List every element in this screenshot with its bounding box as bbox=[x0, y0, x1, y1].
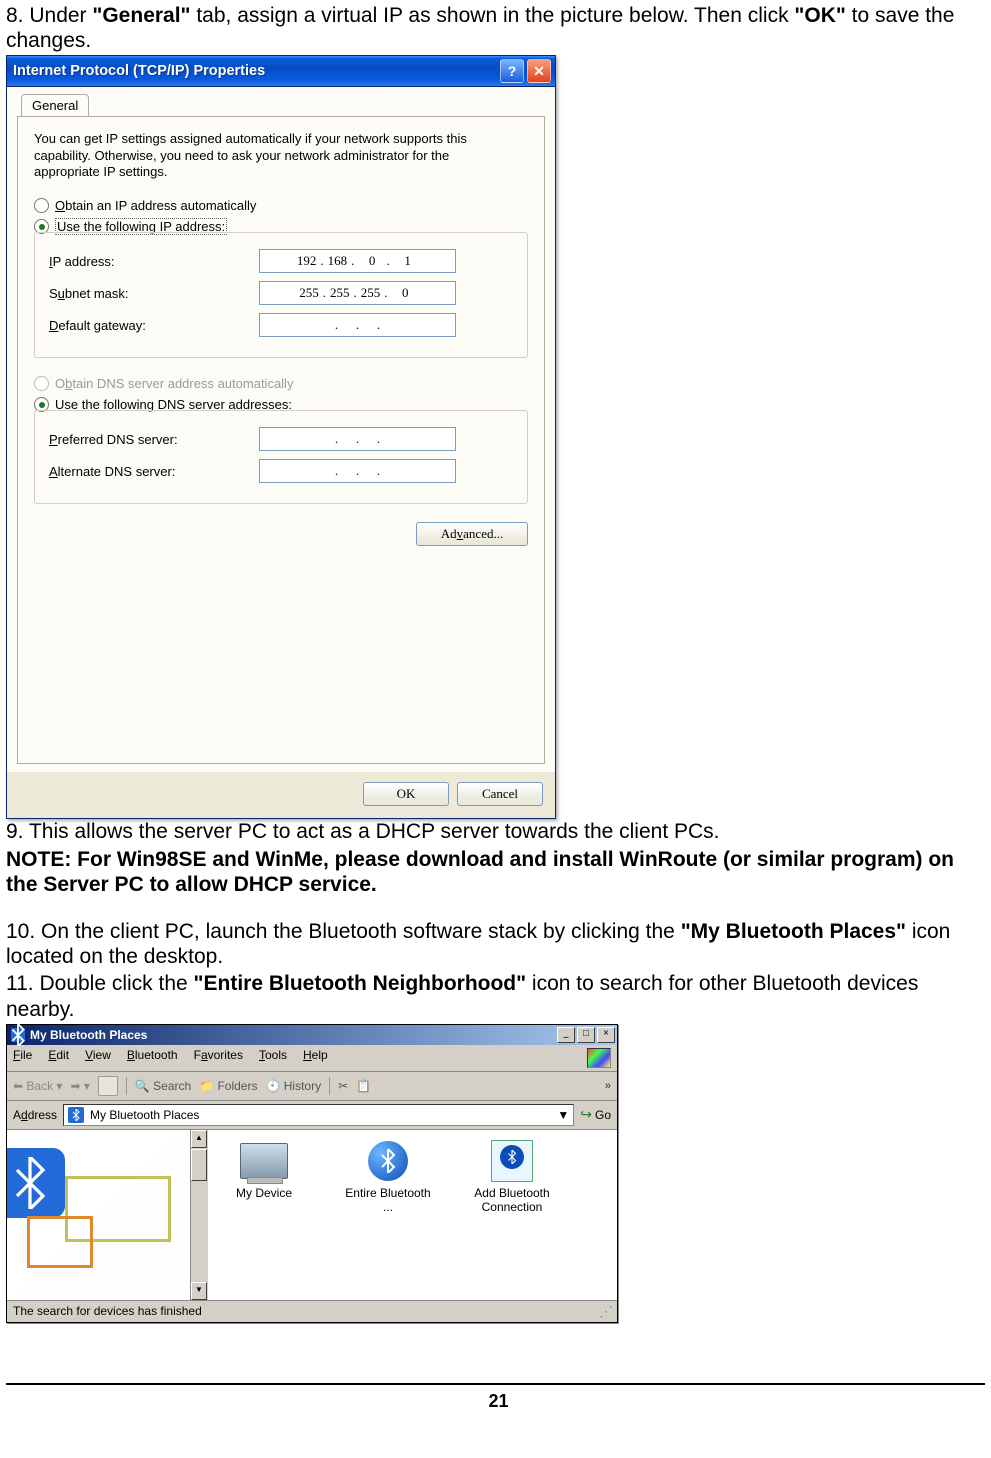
bt-address-bar: Address My Bluetooth Places ▼ ↪Go bbox=[7, 1101, 617, 1130]
step11-prefix: 11. Double click the bbox=[6, 972, 194, 995]
bt-toolbar: ⬅ Back ▾ ➡ ▾ 🔍 Search 📁 Folders 🕙 Histor… bbox=[7, 1072, 617, 1101]
step8-mid: tab, assign a virtual IP as shown in the… bbox=[191, 4, 795, 27]
back-button: ⬅ Back ▾ bbox=[13, 1079, 62, 1093]
up-folder-icon[interactable] bbox=[98, 1076, 118, 1096]
cut-icon[interactable]: ✂ bbox=[338, 1079, 348, 1093]
label-default-gateway: Default gateway: bbox=[49, 318, 259, 333]
label-alternate-dns: Alternate DNS server: bbox=[49, 464, 259, 479]
close-button[interactable]: × bbox=[597, 1027, 615, 1043]
tab-general[interactable]: General bbox=[21, 94, 89, 117]
bluetooth-icon bbox=[68, 1107, 84, 1123]
item-label: My Device bbox=[216, 1186, 312, 1200]
dialog-title: Internet Protocol (TCP/IP) Properties bbox=[13, 63, 497, 79]
step-9: 9. This allows the server PC to act as a… bbox=[6, 819, 991, 844]
menu-file[interactable]: File bbox=[13, 1048, 32, 1068]
menu-view[interactable]: View bbox=[85, 1048, 111, 1068]
step-10: 10. On the client PC, launch the Bluetoo… bbox=[6, 919, 991, 969]
bt-title: My Bluetooth Places bbox=[30, 1028, 555, 1042]
bt-content: ▲ ▼ My Device Entire Bluetooth ... bbox=[7, 1130, 617, 1300]
radio-obtain-ip[interactable] bbox=[34, 198, 49, 213]
note-text: NOTE: For Win98SE and WinMe, please down… bbox=[6, 848, 954, 896]
resize-grip-icon[interactable]: ⋰ bbox=[599, 1303, 611, 1320]
item-label: Add Bluetooth Connection bbox=[464, 1186, 560, 1214]
cancel-button[interactable]: Cancel bbox=[457, 782, 543, 806]
step10-bold: "My Bluetooth Places" bbox=[681, 920, 906, 943]
radio-obtain-dns bbox=[34, 376, 49, 391]
menu-edit[interactable]: Edit bbox=[48, 1048, 69, 1068]
go-button[interactable]: ↪Go bbox=[580, 1106, 611, 1123]
address-value: My Bluetooth Places bbox=[90, 1108, 199, 1122]
input-alternate-dns[interactable]: . . . bbox=[259, 459, 456, 483]
bt-menubar: File Edit View Bluetooth Favorites Tools… bbox=[7, 1045, 617, 1072]
dropdown-icon[interactable]: ▼ bbox=[557, 1108, 569, 1122]
folders-button[interactable]: 📁 Folders bbox=[199, 1079, 257, 1093]
radio-obtain-ip-label: Obtain an IP address automatically bbox=[55, 198, 256, 213]
minimize-button[interactable]: _ bbox=[557, 1027, 575, 1043]
label-preferred-dns: Preferred DNS server: bbox=[49, 432, 259, 447]
step8-general: "General" bbox=[92, 4, 190, 27]
step11-bold: "Entire Bluetooth Neighborhood" bbox=[194, 972, 527, 995]
step10-prefix: 10. On the client PC, launch the Bluetoo… bbox=[6, 920, 681, 943]
step8-prefix: 8. Under bbox=[6, 4, 92, 27]
copy-icon[interactable]: 📋 bbox=[356, 1079, 371, 1093]
item-entire-bluetooth[interactable]: Entire Bluetooth ... bbox=[340, 1136, 436, 1294]
help-button[interactable]: ? bbox=[500, 59, 524, 83]
status-text: The search for devices has finished bbox=[13, 1304, 202, 1318]
bt-titlebar: My Bluetooth Places _ □ × bbox=[7, 1025, 617, 1045]
advanced-button[interactable]: Advanced... bbox=[416, 522, 528, 546]
bt-sidebar: ▲ ▼ bbox=[7, 1130, 208, 1300]
step8-ok: "OK" bbox=[794, 4, 845, 27]
search-button[interactable]: 🔍 Search bbox=[135, 1079, 191, 1093]
address-label: Address bbox=[13, 1108, 57, 1122]
radio-obtain-dns-label: Obtain DNS server address automatically bbox=[55, 376, 293, 391]
item-label: Entire Bluetooth ... bbox=[340, 1186, 436, 1214]
tcpip-properties-dialog: Internet Protocol (TCP/IP) Properties ? … bbox=[6, 55, 556, 819]
history-button[interactable]: 🕙 History bbox=[265, 1079, 321, 1093]
bluetooth-large-icon bbox=[7, 1148, 65, 1218]
label-ip-address: IP address: bbox=[49, 254, 259, 269]
ok-button[interactable]: OK bbox=[363, 782, 449, 806]
input-preferred-dns[interactable]: . . . bbox=[259, 427, 456, 451]
sidebar-scrollbar[interactable]: ▲ ▼ bbox=[190, 1130, 207, 1300]
close-button[interactable]: ✕ bbox=[527, 59, 551, 83]
item-my-device[interactable]: My Device bbox=[216, 1136, 312, 1294]
bluetooth-icon bbox=[11, 1028, 25, 1042]
step-11: 11. Double click the "Entire Bluetooth N… bbox=[6, 971, 991, 1021]
maximize-button[interactable]: □ bbox=[577, 1027, 595, 1043]
input-ip-address[interactable]: 192. 168. 0 . 1 bbox=[259, 249, 456, 273]
label-subnet-mask: Subnet mask: bbox=[49, 286, 259, 301]
sidebar-decoration bbox=[27, 1216, 93, 1268]
forward-button: ➡ ▾ bbox=[70, 1079, 89, 1093]
input-default-gateway[interactable]: . . . bbox=[259, 313, 456, 337]
menu-favorites[interactable]: Favorites bbox=[194, 1048, 243, 1068]
dialog-description: You can get IP settings assigned automat… bbox=[34, 131, 494, 180]
item-add-connection[interactable]: Add Bluetooth Connection bbox=[464, 1136, 560, 1294]
bluetooth-places-window: My Bluetooth Places _ □ × File Edit View… bbox=[6, 1024, 618, 1323]
windows-logo-icon bbox=[587, 1048, 611, 1068]
input-subnet-mask[interactable]: 255. 255. 255. 0 bbox=[259, 281, 456, 305]
page-number: 21 bbox=[6, 1391, 991, 1412]
menu-tools[interactable]: Tools bbox=[259, 1048, 287, 1068]
toolbar-overflow[interactable]: » bbox=[605, 1080, 611, 1092]
menu-bluetooth[interactable]: Bluetooth bbox=[127, 1048, 178, 1068]
dialog-titlebar: Internet Protocol (TCP/IP) Properties ? … bbox=[7, 56, 555, 87]
menu-help[interactable]: Help bbox=[303, 1048, 328, 1068]
footer-divider bbox=[6, 1383, 985, 1385]
address-field[interactable]: My Bluetooth Places ▼ bbox=[63, 1104, 574, 1126]
step-8: 8. Under "General" tab, assign a virtual… bbox=[6, 3, 991, 53]
bt-status-bar: The search for devices has finished ⋰ bbox=[7, 1300, 617, 1322]
